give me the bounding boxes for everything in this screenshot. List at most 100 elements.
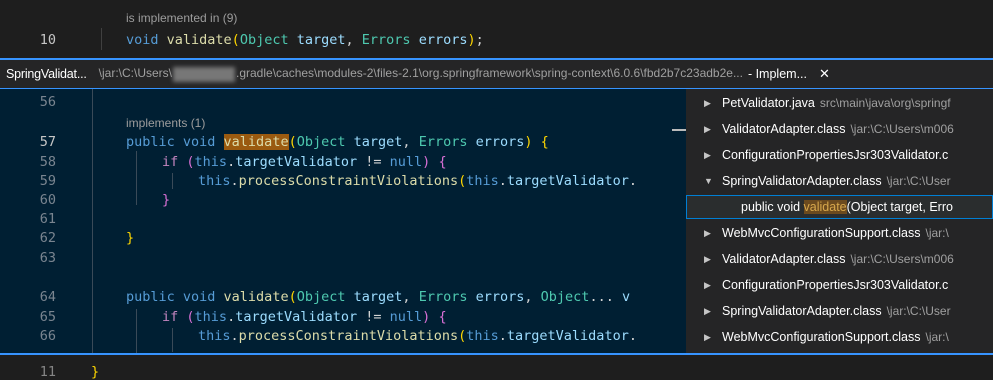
reference-file-path: \jar:\: [925, 226, 949, 240]
indent-guide: [172, 328, 173, 352]
code-line-65[interactable]: if (this.targetValidator != null) {: [162, 309, 447, 325]
code-token: .: [230, 328, 239, 344]
line-number: 65: [39, 309, 56, 325]
reference-file-name: PetValidator.java: [722, 96, 815, 110]
code-token: .: [628, 173, 637, 189]
indent-guide: [136, 151, 137, 205]
top-editor[interactable]: is implemented in (9) 10 void validate(O…: [0, 0, 993, 58]
code-token: ;: [475, 32, 484, 48]
peek-path-suffix: .gradle\caches\modules-2\files-2.1\org.s…: [236, 66, 743, 81]
line-number: 63: [39, 250, 56, 266]
code-token: (: [186, 309, 195, 325]
line-number: 56: [39, 94, 56, 110]
chevron-right-icon[interactable]: ▶: [704, 332, 716, 343]
codelens-implemented-in[interactable]: is implemented in (9): [126, 11, 237, 25]
code-token: public void: [126, 289, 224, 305]
scrollbar-thumb[interactable]: [672, 129, 686, 131]
code-token: validate: [223, 289, 289, 305]
line-number: 57: [39, 134, 56, 150]
references-list[interactable]: ▶ PetValidator.java src\main\java\org\spri…: [686, 89, 993, 353]
reference-file-name: ConfigurationPropertiesJsr303Validator.c: [722, 278, 949, 292]
redacted-username: [173, 66, 235, 82]
reference-file-name: ValidatorAdapter.class: [722, 122, 846, 136]
reference-file-item[interactable]: ▶ WebMvcConfigurationSupport.class \jar:\: [686, 325, 993, 349]
code-token: validate: [166, 32, 232, 48]
code-token: (: [288, 289, 297, 305]
code-token: this: [466, 328, 499, 344]
reference-file-item[interactable]: ▶ ValidatorAdapter.class \jar:\C:\Users\m0…: [686, 117, 993, 141]
codelens-implements[interactable]: implements (1): [126, 116, 205, 130]
reference-file-item[interactable]: ▼ SpringValidatorAdapter.class \jar:\C:\Us…: [686, 169, 993, 193]
chevron-right-icon[interactable]: ▶: [704, 150, 716, 161]
reference-file-item[interactable]: ▶ ConfigurationPropertiesJsr303Validator.…: [686, 273, 993, 297]
code-token: target: [353, 134, 403, 150]
reference-file-item[interactable]: ▶ PetValidator.java src\main\java\org\spri…: [686, 91, 993, 115]
reference-file-path: src\main\java\org\springf: [819, 96, 951, 110]
reference-file-item[interactable]: ▶ ConfigurationPropertiesJsr303Validator.…: [686, 143, 993, 167]
code-token: target: [353, 289, 403, 305]
peek-editor[interactable]: implements (1) 56 57 public void validate(…: [0, 89, 686, 353]
chevron-down-icon[interactable]: ▼: [704, 176, 716, 186]
code-token: targetValidator: [235, 309, 358, 325]
code-token: .: [227, 154, 236, 170]
line-number: 59: [39, 173, 56, 189]
reference-file-item[interactable]: ▶ ValidatorAdapter.class \jar:\C:\Users\m0…: [686, 247, 993, 271]
code-line-11[interactable]: }: [91, 364, 99, 380]
code-line-57[interactable]: public void validate(Object target, Erro…: [126, 134, 549, 150]
code-line-58[interactable]: if (this.targetValidator != null) {: [162, 154, 447, 170]
code-line-59[interactable]: this.processConstraintViolations(this.ta…: [198, 173, 637, 189]
reference-file-item[interactable]: ▶ WebMvcConfigurationSupport.class \jar:\: [686, 221, 993, 245]
reference-file-name: ValidatorAdapter.class: [722, 252, 846, 266]
code-line-64[interactable]: public void validate(Object target, Erro…: [126, 289, 630, 305]
code-token: processConstraintViolations: [238, 173, 459, 189]
line-number: 58: [39, 154, 56, 170]
code-line-60[interactable]: }: [162, 192, 170, 208]
code-token: v: [621, 289, 631, 305]
reference-match-item[interactable]: public void validate(Object target, Erro: [686, 195, 993, 219]
chevron-right-icon[interactable]: ▶: [704, 254, 716, 265]
chevron-right-icon[interactable]: ▶: [704, 124, 716, 135]
code-token: Object: [239, 32, 289, 48]
reference-file-path: \jar:\: [925, 330, 949, 344]
bottom-editor[interactable]: 11 }: [0, 355, 993, 380]
reference-file-item[interactable]: ▶ SpringValidatorAdapter.class \jar:\C:\Us…: [686, 299, 993, 323]
code-line-10[interactable]: void validate(Object target, Errors erro…: [126, 32, 484, 48]
code-token: {: [438, 154, 447, 170]
code-token: processConstraintViolations: [238, 328, 459, 344]
code-token: if: [162, 154, 179, 170]
line-number: 66: [39, 328, 56, 344]
code-line-66[interactable]: this.processConstraintViolations(this.ta…: [198, 328, 637, 344]
match-prefix: public void: [741, 200, 804, 214]
line-number: 64: [39, 289, 56, 305]
code-token: .: [628, 328, 637, 344]
code-token: null: [389, 309, 423, 325]
chevron-right-icon[interactable]: ▶: [704, 280, 716, 291]
code-token: Object: [540, 289, 590, 305]
code-token: ): [524, 134, 533, 150]
line-number: 61: [39, 211, 56, 227]
chevron-right-icon[interactable]: ▶: [704, 306, 716, 317]
peek-kind: - Implem...: [747, 67, 807, 81]
code-token: !=: [357, 309, 390, 325]
code-token: validate: [223, 134, 289, 150]
chevron-right-icon[interactable]: ▶: [704, 98, 716, 109]
code-token: .: [498, 173, 507, 189]
code-token: ,: [402, 289, 419, 305]
code-token: {: [540, 134, 549, 150]
code-line-62[interactable]: }: [126, 230, 134, 246]
code-token: errors: [418, 32, 468, 48]
indent-guide: [172, 173, 173, 189]
line-number: 60: [39, 192, 56, 208]
code-token: ): [467, 32, 476, 48]
chevron-right-icon[interactable]: ▶: [704, 228, 716, 239]
code-token: Errors: [361, 32, 411, 48]
code-token: ...: [589, 289, 622, 305]
code-token: void: [126, 32, 167, 48]
code-token: }: [91, 364, 100, 380]
indent-guide: [136, 309, 137, 353]
close-icon[interactable]: ✕: [819, 66, 830, 82]
